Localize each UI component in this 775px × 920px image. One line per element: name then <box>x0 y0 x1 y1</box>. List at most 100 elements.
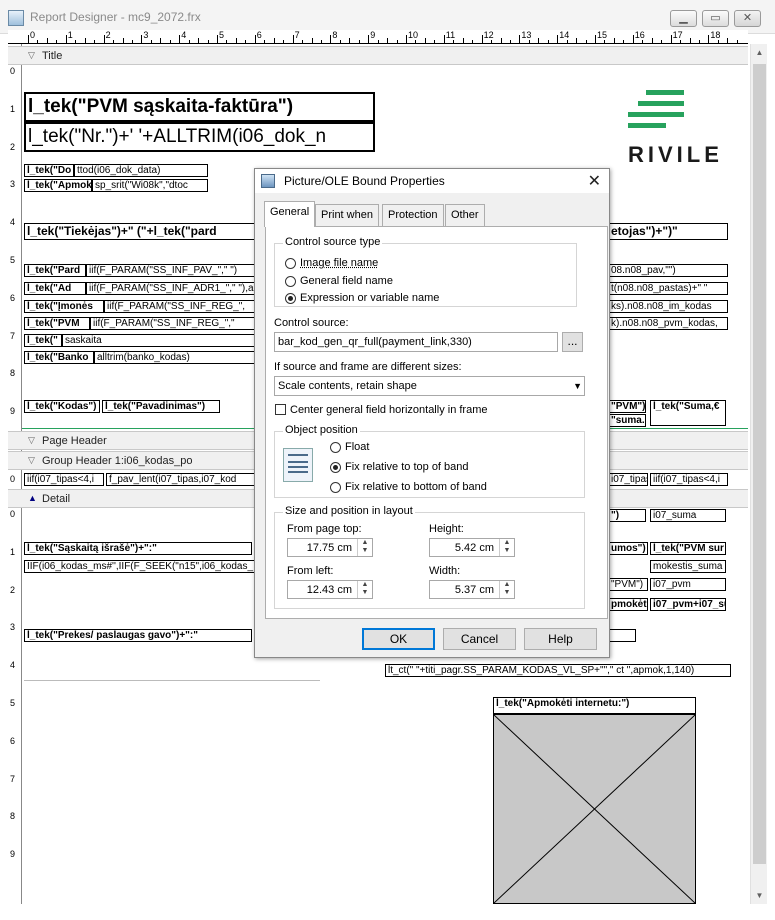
center-checkbox-label[interactable]: Center general field horizontally in fra… <box>290 404 488 416</box>
ruler-minor-tick <box>84 38 86 43</box>
band-title[interactable]: ▽ Title <box>8 46 748 65</box>
field-date-value[interactable]: ttod(i06_dok_data) <box>74 164 208 177</box>
spinner-icon[interactable]: ▲ ▼ <box>499 539 514 556</box>
field-gh-mid[interactable]: f_pav_lent(i07_tipas,i07_kod <box>106 473 256 486</box>
scroll-up-arrow-icon[interactable]: ▲ <box>751 44 768 61</box>
ok-button[interactable]: OK <box>362 628 435 650</box>
field-pvm-sum[interactable]: l_tek("PVM sur <box>650 542 726 555</box>
ruler-minor-tick <box>415 40 417 43</box>
field-invoice-title[interactable]: l_tek("PVM sąskaita-faktūra") <box>24 92 375 122</box>
field-gh-left[interactable]: iif(i07_tipas<4,i <box>24 473 104 486</box>
field-adr-label[interactable]: l_tek("Ad <box>24 282 86 295</box>
field-banko-value[interactable]: alltrim(banko_kodas) <box>94 351 256 364</box>
field-sumos[interactable]: umos") <box>608 542 648 555</box>
qr-picture-placeholder[interactable] <box>493 714 696 904</box>
dialog-close-icon[interactable]: ✕ <box>588 171 601 191</box>
radio-fix-top-label[interactable]: Fix relative to top of band <box>345 461 469 473</box>
spinner-icon[interactable]: ▲ ▼ <box>357 581 372 598</box>
field-adr-value[interactable]: iif(F_PARAM("SS_INF_ADR1_"," "),a <box>86 282 256 295</box>
scrollbar-thumb[interactable] <box>753 64 766 864</box>
browse-button[interactable]: ... <box>562 332 583 352</box>
close-window-button[interactable]: ✕ <box>734 10 761 27</box>
field-pvm-col[interactable]: "PVM") <box>608 400 646 413</box>
field-pard-label[interactable]: l_tek("Pard <box>24 264 86 277</box>
ruler-minor-tick <box>689 38 691 43</box>
field-apmok-value[interactable]: sp_srit("Wi08k","dtoc <box>92 179 208 192</box>
control-source-input[interactable]: bar_kod_gen_qr_full(payment_link,330) <box>274 332 558 352</box>
center-checkbox[interactable] <box>275 404 286 415</box>
rivile-logo[interactable]: RIVILE <box>620 86 730 167</box>
ruler-minor-tick <box>566 40 568 43</box>
radio-general-field-name[interactable] <box>285 276 296 287</box>
field-pvm-cl[interactable]: "PVM") <box>608 578 648 591</box>
help-button[interactable]: Help <box>524 628 597 650</box>
field-imones-right[interactable]: ks).n08.n08_im_kodas <box>608 300 728 313</box>
field-pvm-right[interactable]: k).n08.n08_pvm_kodas, <box>608 317 728 330</box>
ruler-minor-tick <box>37 40 39 43</box>
field-tiekejas[interactable]: l_tek("Tiekėjas")+" ("+l_tek("pard <box>24 223 256 240</box>
radio-fix-bottom[interactable] <box>330 482 341 493</box>
maximize-button[interactable]: ▭ <box>702 10 729 27</box>
field-det-r1[interactable]: ") <box>608 509 646 522</box>
radio-general-field-name-label[interactable]: General field name <box>300 275 393 287</box>
field-apmok-label[interactable]: l_tek("Apmok <box>24 179 92 192</box>
field-pard-right[interactable]: 08.n08_pav,"") <box>608 264 728 277</box>
tab-protection[interactable]: Protection <box>382 204 444 226</box>
ruler-minor-tick <box>122 38 124 43</box>
field-pvm-value[interactable]: iif(F_PARAM("SS_INF_REG_"," <box>90 317 256 330</box>
field-gh-right2[interactable]: iif(i07_tipas<4,i <box>650 473 728 486</box>
field-prekes[interactable]: l_tek("Prekes/ paslaugas gavo")+":" <box>24 629 252 642</box>
field-banko-label[interactable]: l_tek("Banko <box>24 351 94 364</box>
from-left-input[interactable]: 12.43 cm ▲ ▼ <box>287 580 373 599</box>
radio-fix-top[interactable] <box>330 462 341 473</box>
tab-print-when[interactable]: Print when <box>315 204 379 226</box>
tab-general[interactable]: General <box>264 201 316 227</box>
scroll-down-arrow-icon[interactable]: ▼ <box>751 887 768 904</box>
radio-fix-bottom-label[interactable]: Fix relative to bottom of band <box>345 481 487 493</box>
radio-float[interactable] <box>330 442 341 453</box>
ruler-tick-label: 1 <box>67 30 73 40</box>
width-input[interactable]: 5.37 cm ▲ ▼ <box>429 580 515 599</box>
field-pard-value[interactable]: iif(F_PARAM("SS_INF_PAV_"," ") <box>86 264 256 277</box>
radio-float-label[interactable]: Float <box>345 441 369 453</box>
field-suma-col2[interactable]: "suma. <box>608 414 646 427</box>
field-i07-pvm[interactable]: i07_pvm <box>650 578 726 591</box>
spinner-icon[interactable]: ▲ ▼ <box>499 581 514 598</box>
spinner-icon[interactable]: ▲ ▼ <box>357 539 372 556</box>
field-lt-ct[interactable]: lt_ct(" "+titi_pagr.SS_PARAM_KODAS_VL_SP… <box>385 664 731 677</box>
height-input[interactable]: 5.42 cm ▲ ▼ <box>429 538 515 557</box>
minimize-button[interactable]: ▁ <box>670 10 697 27</box>
radio-expression-variable-label[interactable]: Expression or variable name <box>300 292 439 304</box>
field-date-label[interactable]: l_tek("Do <box>24 164 74 177</box>
field-apmoketi-internetu[interactable]: l_tek("Apmokėti internetu:") <box>493 697 696 714</box>
radio-expression-variable[interactable] <box>285 293 296 304</box>
field-imones-label[interactable]: l_tek("Įmonės <box>24 300 104 313</box>
field-mokestis[interactable]: mokestis_suma <box>650 560 726 573</box>
ruler-tick-label: 2 <box>105 30 111 40</box>
field-suma-col[interactable]: l_tek("Suma,€ <box>650 400 726 426</box>
cancel-button[interactable]: Cancel <box>443 628 516 650</box>
field-pirkejas[interactable]: etojas")+")" <box>608 223 728 240</box>
vertical-scrollbar[interactable]: ▲ ▼ <box>750 44 767 904</box>
field-adr-right[interactable]: t(n08.n08_pastas)+" " <box>608 282 728 295</box>
field-israse[interactable]: l_tek("Sąskaitą išrašė")+":" <box>24 542 252 555</box>
field-pvm-label[interactable]: l_tek("PVM <box>24 317 90 330</box>
field-iif-kodas[interactable]: IIF(i06_kodas_ms#'',IIF(F_SEEK("n15",i06… <box>24 560 256 573</box>
field-gh-right1[interactable]: i07_tipas<4 <box>608 473 648 486</box>
general-tab-panel: Control source type Image file name Gene… <box>265 226 608 619</box>
tab-other[interactable]: Other <box>445 204 485 226</box>
size-diff-select[interactable]: Scale contents, retain shape ▼ <box>274 376 585 396</box>
field-saskaita-value[interactable]: saskaita <box>62 334 256 347</box>
field-saskaita-label[interactable]: l_tek(" <box>24 334 62 347</box>
from-top-input[interactable]: 17.75 cm ▲ ▼ <box>287 538 373 557</box>
field-prekes-right[interactable] <box>608 629 636 642</box>
radio-image-file-name[interactable] <box>285 258 296 269</box>
field-det-r2[interactable]: i07_suma <box>650 509 726 522</box>
field-invoice-no[interactable]: l_tek("Nr.")+' '+ALLTRIM(i06_dok_n <box>24 122 375 152</box>
field-pavadinimas[interactable]: l_tek("Pavadinimas") <box>102 400 220 413</box>
field-apmoketi[interactable]: pmokėti <box>608 598 648 611</box>
radio-image-file-name-label[interactable]: Image file name <box>300 257 378 269</box>
field-kodas[interactable]: l_tek("Kodas") <box>24 400 100 413</box>
field-imones-value[interactable]: iif(F_PARAM("SS_INF_REG_", <box>104 300 256 313</box>
field-i07-pvm-su[interactable]: i07_pvm+i07_su <box>650 598 726 611</box>
